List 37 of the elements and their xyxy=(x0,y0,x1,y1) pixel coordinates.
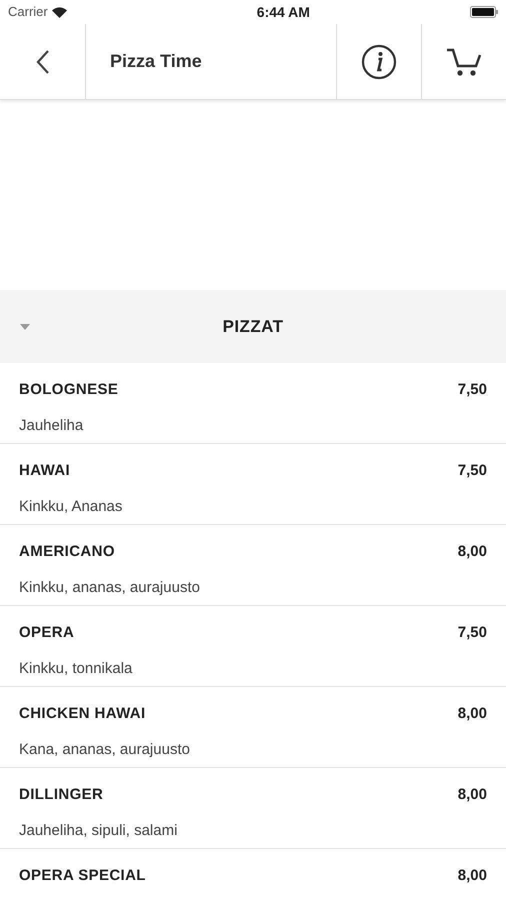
item-name: AMERICANO xyxy=(19,542,115,562)
menu-item[interactable]: HAWAI 7,50 Kinkku, Ananas xyxy=(0,444,506,525)
menu-item[interactable]: BOLOGNESE 7,50 Jauheliha xyxy=(0,363,506,444)
item-name: CHICKEN HAWAI xyxy=(19,704,146,724)
item-description: Jauheliha xyxy=(19,416,84,434)
wifi-icon xyxy=(52,6,67,18)
item-description: Jauheliha, sipuli, salami xyxy=(19,822,178,838)
item-price: 8,00 xyxy=(458,866,487,886)
item-description: Kinkku, tonnikala xyxy=(19,660,132,676)
back-icon xyxy=(36,48,50,74)
menu-item[interactable]: OPERA 7,50 Kinkku, tonnikala xyxy=(0,606,506,687)
clock: 6:44 AM xyxy=(256,2,310,22)
item-name: HAWAI xyxy=(19,461,70,481)
item-price: 7,50 xyxy=(458,461,487,481)
item-price: 8,00 xyxy=(458,542,487,562)
item-price: 8,00 xyxy=(458,785,487,805)
item-name: BOLOGNESE xyxy=(19,380,118,400)
item-name: OPERA xyxy=(19,623,74,643)
item-description: Kinkku, ananas, aurajuusto xyxy=(19,578,200,596)
cart-icon xyxy=(446,46,482,76)
menu-item[interactable]: DILLINGER 8,00 Jauheliha, sipuli, salami xyxy=(0,768,506,849)
item-description: Kinkku, Ananas xyxy=(19,498,122,514)
info-icon xyxy=(361,44,397,80)
item-name: OPERA SPECIAL xyxy=(19,866,146,886)
menu-item[interactable]: AMERICANO 8,00 Kinkku, ananas, aurajuusto xyxy=(0,525,506,606)
carrier-label: Carrier xyxy=(8,3,48,22)
item-price: 7,50 xyxy=(458,380,487,400)
caret-icon xyxy=(20,324,30,330)
item-price: 7,50 xyxy=(458,623,487,643)
item-name: DILLINGER xyxy=(19,785,104,805)
item-price: 8,00 xyxy=(458,704,487,724)
menu-item[interactable]: OPERA SPECIAL 8,00 xyxy=(0,849,506,900)
battery-icon xyxy=(470,6,498,18)
menu-item[interactable]: CHICKEN HAWAI 8,00 Kana, ananas, aurajuusto xyxy=(0,687,506,768)
section-header[interactable]: PIZZAT xyxy=(0,290,506,363)
item-description: Kana, ananas, aurajuusto xyxy=(19,740,190,758)
page-title: Pizza Time xyxy=(110,50,202,73)
